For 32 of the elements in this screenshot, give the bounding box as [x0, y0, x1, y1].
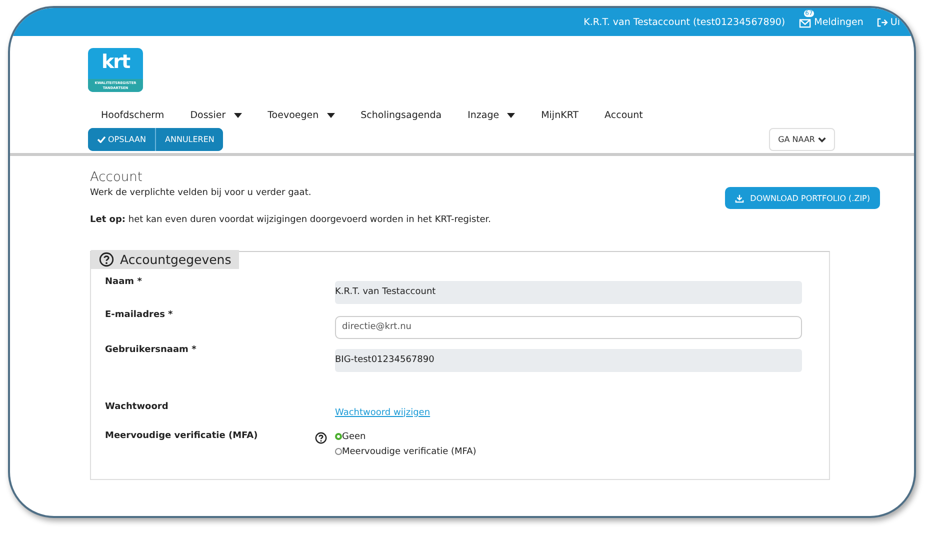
nav-item[interactable]: Hoofdscherm — [101, 108, 164, 122]
check-icon — [97, 136, 106, 143]
field-label: Naam * — [105, 277, 143, 287]
readonly-field: BIG-test01234567890 — [335, 348, 802, 372]
help-icon[interactable] — [99, 252, 114, 267]
radio-label[interactable]: Meervoudige verificatie (MFA) — [342, 446, 476, 456]
field-label: E-mailadres * — [105, 310, 174, 320]
nav-item[interactable]: Dossier — [190, 108, 242, 122]
help-icon[interactable] — [315, 432, 327, 444]
radio-button[interactable] — [335, 448, 342, 455]
page-title: Account — [90, 170, 144, 185]
download-icon — [735, 194, 744, 202]
nav-item[interactable]: Inzage — [468, 108, 516, 122]
logout-icon[interactable] — [877, 18, 888, 26]
section-title: Accountgegevens — [120, 252, 232, 267]
email-field[interactable]: directie@krt.nu — [335, 316, 802, 338]
chevron-down-icon — [818, 136, 826, 142]
goto-dropdown[interactable]: GA NAAR — [769, 128, 835, 151]
envelope-icon[interactable] — [799, 16, 812, 28]
field-label: Gebruikersnaam * — [105, 344, 198, 354]
cancel-button[interactable]: ANNULEREN — [155, 128, 224, 151]
field-label: Meervoudige verificatie (MFA) — [105, 430, 259, 440]
intro-text: Werk de verplichte velden bij voor u verder gaat. — [90, 188, 312, 198]
nav-item[interactable]: Toevoegen — [268, 108, 335, 122]
note-text: Let op: het kan even duren voordat wijzigingen doorgevoerd worden in het KRT-register. — [90, 215, 492, 225]
field-label: Wachtwoord — [105, 400, 170, 412]
radio-label[interactable]: Geen — [342, 432, 366, 442]
radio-button[interactable] — [335, 433, 342, 440]
readonly-field: K.R.T. van Testaccount — [335, 281, 802, 304]
nav-item[interactable]: MijnKRT — [541, 108, 579, 122]
nav-item[interactable]: Account — [604, 108, 643, 122]
nav-item[interactable]: Scholingsagenda — [360, 108, 442, 122]
